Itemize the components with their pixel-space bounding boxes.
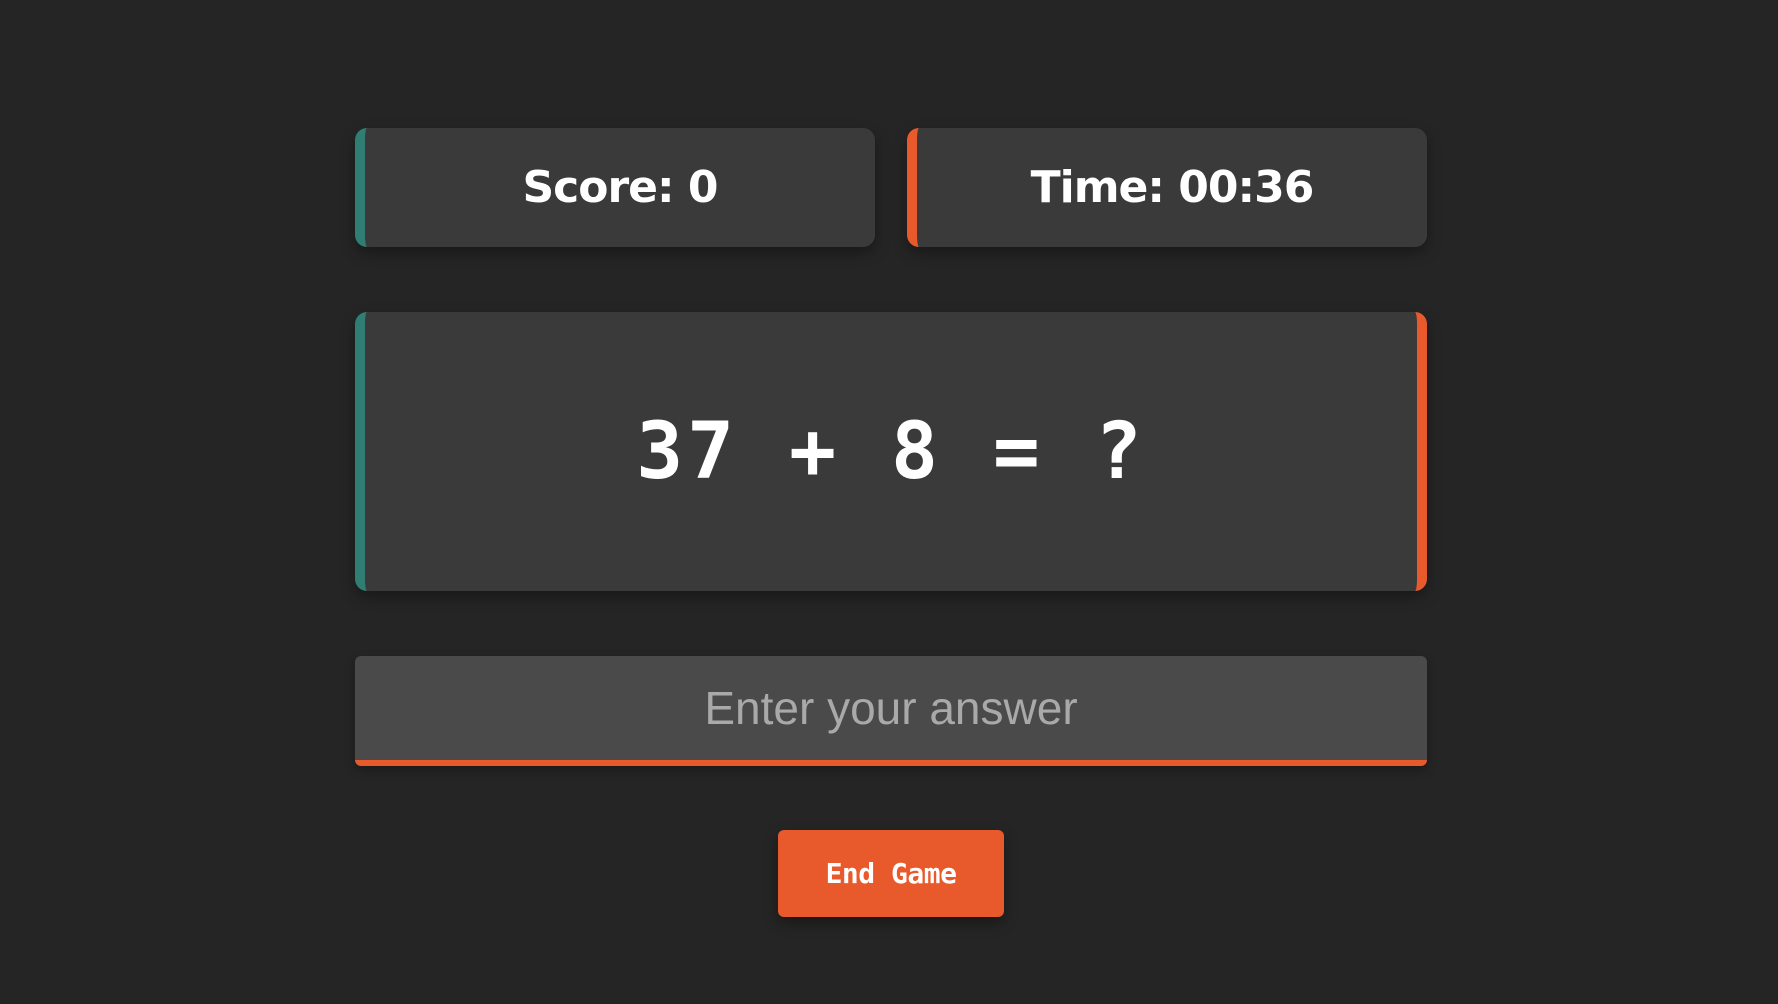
score-panel: Score: 0 xyxy=(355,128,875,247)
timer-text: Time: 00:36 xyxy=(1030,162,1315,213)
question-panel: 37 + 8 = ? xyxy=(355,312,1427,591)
question-text: 37 + 8 = ? xyxy=(636,406,1146,497)
answer-input[interactable] xyxy=(355,656,1427,766)
score-text: Score: 0 xyxy=(522,162,718,213)
end-game-button[interactable]: End Game xyxy=(778,830,1004,917)
timer-panel: Time: 00:36 xyxy=(907,128,1427,247)
game-screen: Score: 0 Time: 00:36 37 + 8 = ? End Game xyxy=(0,0,1778,1004)
